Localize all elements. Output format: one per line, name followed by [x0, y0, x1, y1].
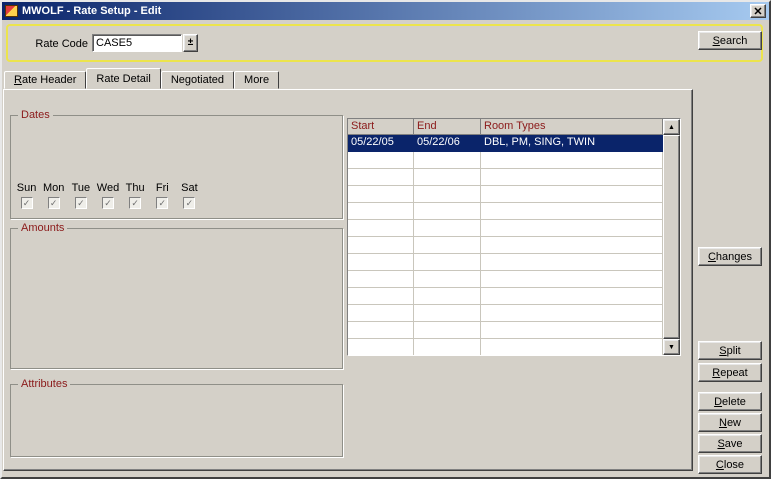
new-button[interactable]: New [698, 413, 762, 432]
check-icon: ✓ [131, 198, 139, 209]
weekday-label: Mon [43, 182, 64, 194]
attributes-group-title: Attributes [18, 378, 70, 390]
grid-row[interactable] [348, 339, 680, 356]
weekday-checkbox[interactable]: ✓ [102, 197, 114, 209]
grid-row[interactable] [348, 220, 680, 237]
check-icon: ✓ [186, 198, 194, 209]
check-icon: ✓ [104, 198, 112, 209]
rate-grid: Start End Room Types 05/22/05 05/22/06 D… [347, 118, 681, 356]
tab-bar: Rate Header Rate Detail Negotiated More [4, 68, 279, 89]
weekday-label: Wed [97, 182, 119, 194]
grid-row[interactable] [348, 254, 680, 271]
grid-header-cell-start: Start [348, 119, 414, 135]
changes-button[interactable]: Changes [698, 247, 762, 266]
grid-header-cell-end: End [414, 119, 481, 135]
grid-row[interactable]: 05/22/05 05/22/06 DBL, PM, SING, TWIN [348, 135, 680, 152]
check-icon: ✓ [23, 198, 31, 209]
rate-setup-window: MWOLF - Rate Setup - Edit ✕ Rate Code ± … [0, 0, 771, 479]
grid-cell-start: 05/22/05 [348, 135, 414, 152]
window-title: MWOLF - Rate Setup - Edit [22, 5, 746, 17]
scroll-down-button[interactable]: ▼ [663, 339, 680, 355]
rate-code-label: Rate Code [16, 38, 88, 51]
check-icon: ✓ [77, 198, 85, 209]
amounts-group [10, 228, 343, 369]
grid-scrollbar[interactable]: ▲ ▼ [663, 119, 680, 355]
weekday-checkbox[interactable]: ✓ [156, 197, 168, 209]
app-icon [5, 5, 18, 17]
titlebar-close-button[interactable]: ✕ [750, 4, 766, 18]
scroll-up-icon: ▲ [668, 124, 675, 131]
tab-rate-header[interactable]: Rate Header [4, 71, 86, 89]
grid-row[interactable] [348, 271, 680, 288]
lov-icon: ± [188, 38, 194, 48]
grid-cell-room-types: DBL, PM, SING, TWIN [481, 135, 663, 152]
tab-rate-detail[interactable]: Rate Detail [86, 68, 160, 89]
repeat-button[interactable]: Repeat [698, 363, 762, 382]
grid-row[interactable] [348, 322, 680, 339]
grid-header-cell-room-types: Room Types [481, 119, 663, 135]
close-icon: ✕ [753, 5, 762, 18]
grid-row[interactable] [348, 237, 680, 254]
save-button[interactable]: Save [698, 434, 762, 453]
delete-button[interactable]: Delete [698, 392, 762, 411]
scroll-thumb[interactable] [663, 135, 680, 339]
grid-row[interactable] [348, 288, 680, 305]
scroll-down-icon: ▼ [668, 344, 675, 351]
grid-row[interactable] [348, 186, 680, 203]
titlebar[interactable]: MWOLF - Rate Setup - Edit ✕ [2, 2, 769, 20]
weekday-checkbox[interactable]: ✓ [129, 197, 141, 209]
dates-group-title: Dates [18, 109, 53, 121]
rate-code-input[interactable] [92, 34, 182, 52]
weekday-checkbox[interactable]: ✓ [48, 197, 60, 209]
weekday-label: Tue [72, 182, 91, 194]
amounts-group-title: Amounts [18, 222, 67, 234]
scroll-up-button[interactable]: ▲ [663, 119, 680, 135]
tab-more[interactable]: More [234, 71, 279, 89]
weekday-checkbox[interactable]: ✓ [183, 197, 195, 209]
grid-row[interactable] [348, 152, 680, 169]
weekday-row: Sun ✓ Mon ✓ Tue ✓ Wed ✓ Thu ✓ Fri ✓ Sat ✓ [13, 182, 203, 209]
search-button[interactable]: Search [698, 31, 762, 50]
check-icon: ✓ [158, 198, 166, 209]
grid-row[interactable] [348, 305, 680, 322]
weekday-label: Sun [17, 182, 37, 194]
check-icon: ✓ [50, 198, 58, 209]
weekday-label: Thu [126, 182, 145, 194]
tab-negotiated[interactable]: Negotiated [161, 71, 234, 89]
grid-row[interactable] [348, 203, 680, 220]
rate-code-lov-button[interactable]: ± [183, 34, 198, 52]
weekday-checkbox[interactable]: ✓ [75, 197, 87, 209]
weekday-checkbox[interactable]: ✓ [21, 197, 33, 209]
split-button[interactable]: Split [698, 341, 762, 360]
grid-cell-end: 05/22/06 [414, 135, 481, 152]
attributes-group [10, 384, 343, 457]
close-button[interactable]: Close [698, 455, 762, 474]
weekday-label: Fri [156, 182, 169, 194]
weekday-label: Sat [181, 182, 198, 194]
grid-row[interactable] [348, 169, 680, 186]
grid-header-row: Start End Room Types [348, 119, 680, 135]
